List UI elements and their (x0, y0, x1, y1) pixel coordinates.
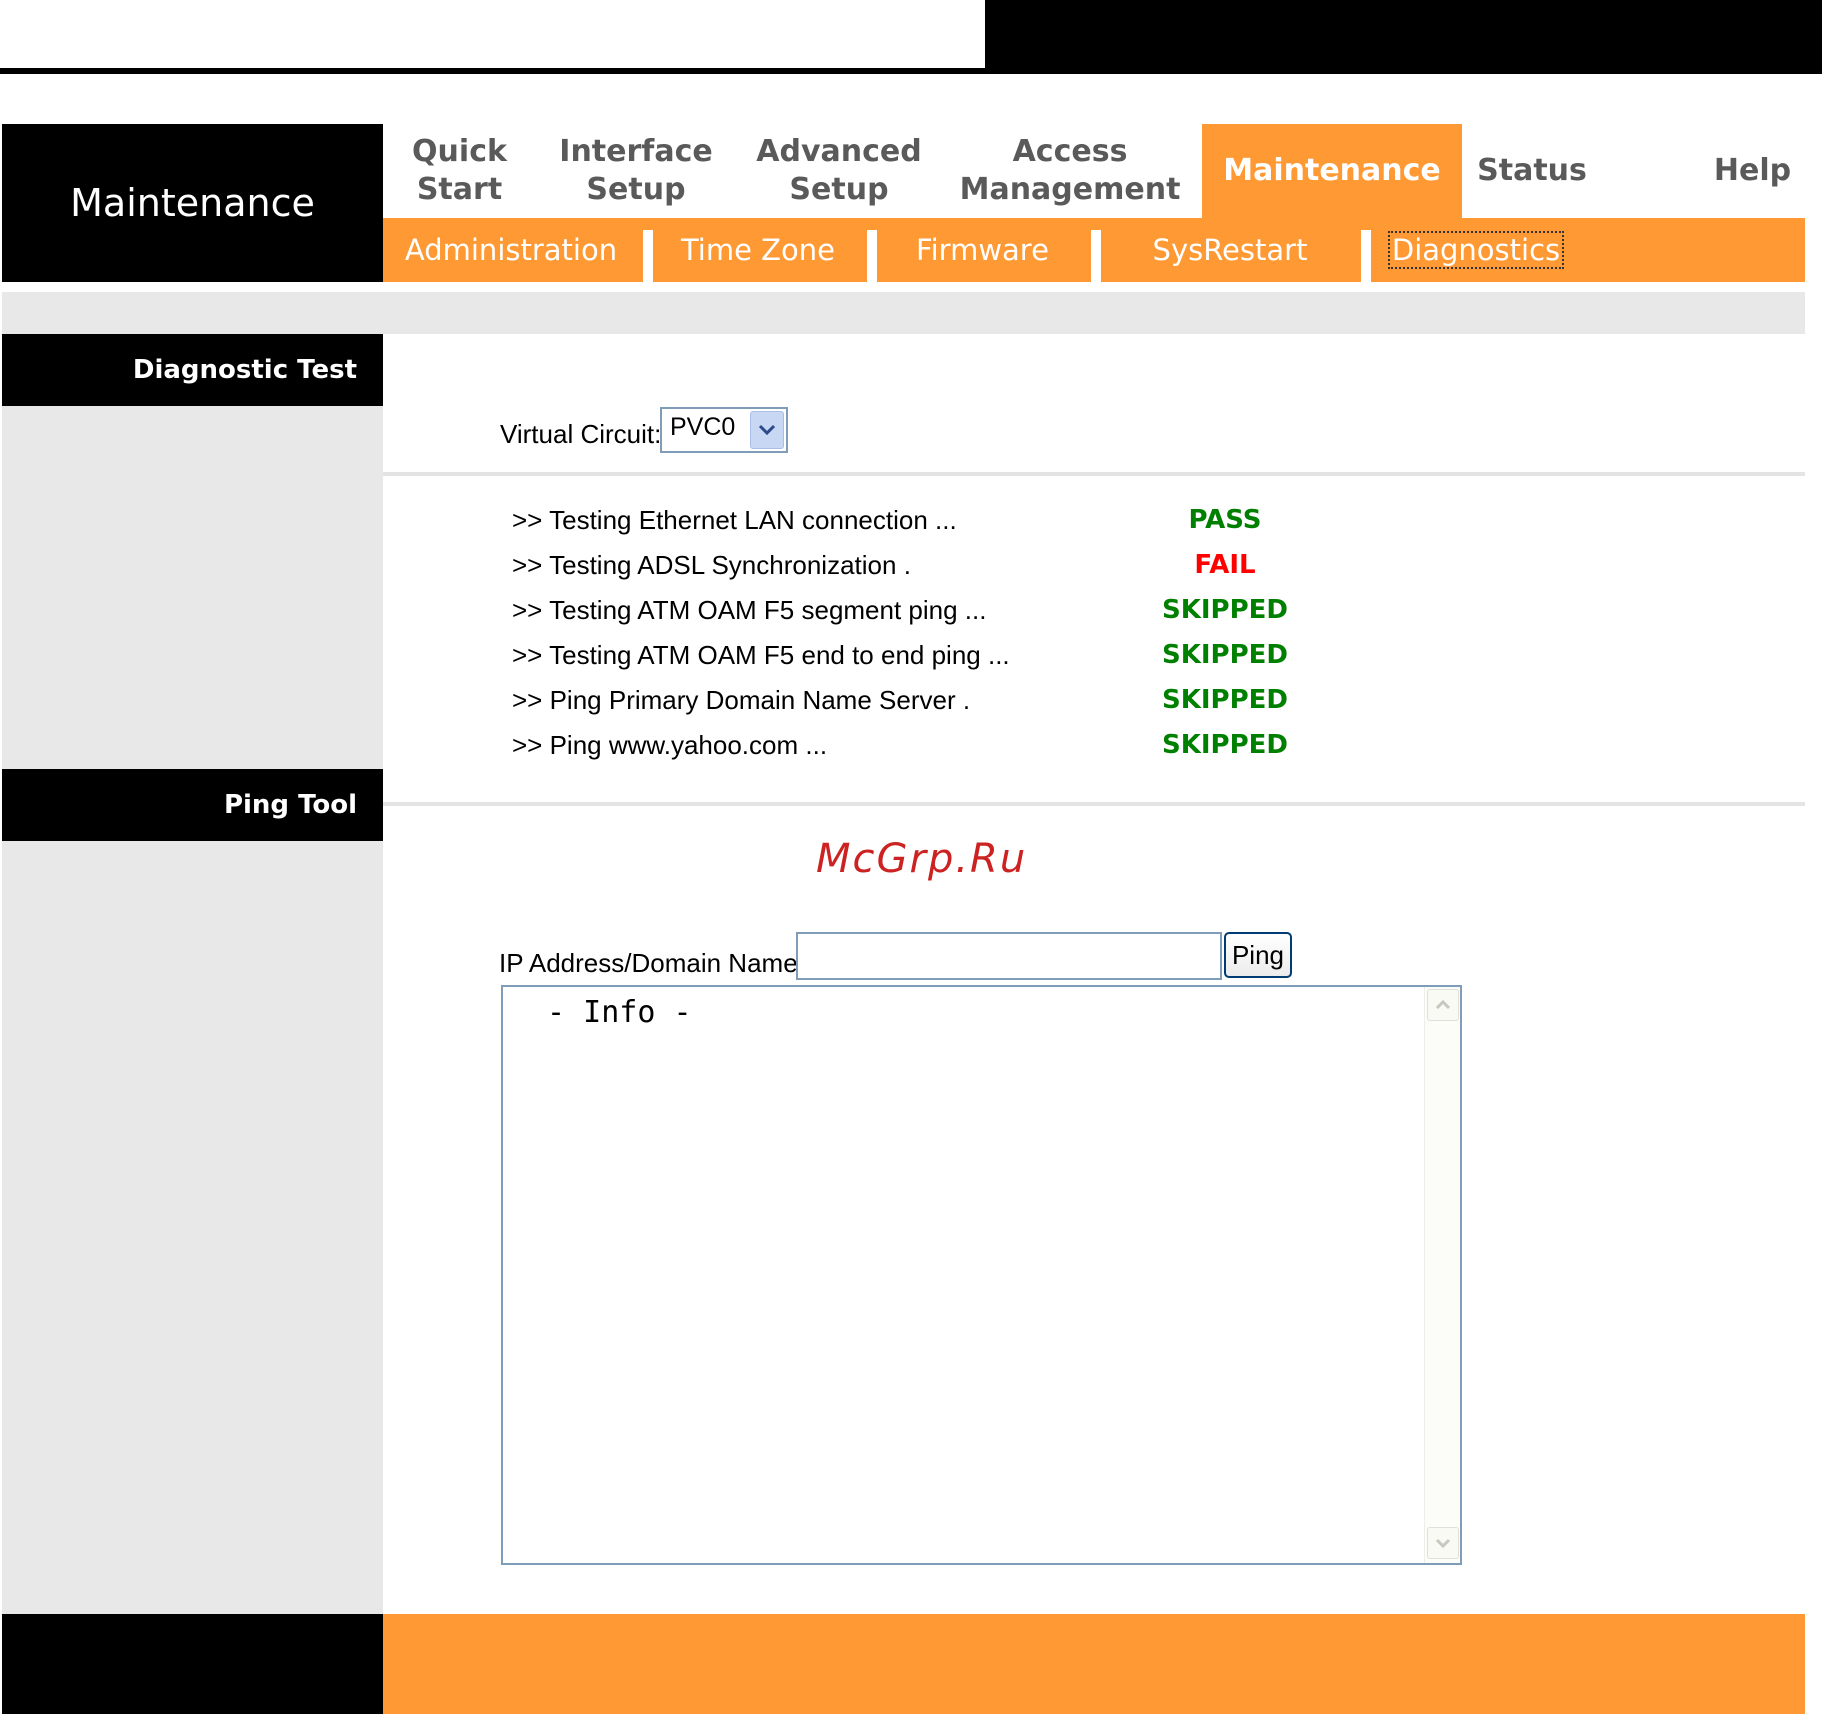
subnav-sysrestart-label: SysRestart (1152, 233, 1308, 267)
virtual-circuit-select[interactable]: PVC0 (660, 407, 788, 453)
nav-maintenance[interactable]: Maintenance (1202, 124, 1462, 218)
section-title: Maintenance (2, 124, 383, 282)
subnav-separator (867, 230, 877, 282)
header-spacer (2, 292, 1805, 334)
diagnostic-test-heading: Diagnostic Test (2, 334, 383, 406)
footer-left (2, 1614, 383, 1714)
subnav-separator (1361, 230, 1371, 282)
nav-access-management[interactable]: Access Management (960, 124, 1181, 218)
test-result-fail: FAIL (1194, 550, 1256, 580)
test-row-text: >> Testing Ethernet LAN connection ... (512, 505, 957, 535)
ip-address-label: IP Address/Domain Name: (499, 948, 805, 978)
test-row-text: >> Ping www.yahoo.com ... (512, 730, 828, 760)
left-column (2, 334, 383, 1614)
scroll-down-icon[interactable] (1427, 1527, 1459, 1559)
info-scrollbar[interactable] (1424, 987, 1460, 1563)
top-black-bar (985, 0, 1822, 74)
watermark: McGrp.Ru (816, 836, 1028, 882)
nav-advanced-setup[interactable]: Advanced Setup (750, 124, 928, 218)
virtual-circuit-value: PVC0 (670, 413, 736, 441)
test-row-text: >> Testing ATM OAM F5 end to end ping ..… (512, 640, 1010, 670)
info-text: - Info - (529, 995, 692, 1030)
chevron-down-icon[interactable] (750, 411, 784, 449)
divider (383, 472, 1805, 476)
info-textarea[interactable]: - Info - (501, 985, 1462, 1565)
subnav-sysrestart[interactable]: SysRestart (1101, 218, 1359, 282)
subnav-time-zone-label: Time Zone (680, 233, 836, 267)
test-result-skipped: SKIPPED (1161, 595, 1288, 625)
test-row-text: >> Testing ADSL Synchronization . (512, 550, 911, 580)
test-row-text: >> Ping Primary Domain Name Server . (512, 685, 971, 715)
nav-help[interactable]: Help (1690, 124, 1815, 218)
subnav-diagnostics[interactable]: Diagnostics (1371, 218, 1581, 282)
subnav-administration[interactable]: Administration (383, 218, 639, 282)
ip-address-input[interactable] (796, 932, 1222, 980)
subnav-administration-label: Administration (404, 233, 618, 267)
ping-tool-heading: Ping Tool (2, 769, 383, 841)
subnav-separator (1091, 230, 1101, 282)
top-rule (0, 68, 1822, 74)
subnav-separator (643, 230, 653, 282)
ping-button[interactable]: Ping (1224, 932, 1292, 978)
virtual-circuit-label: Virtual Circuit: (500, 419, 662, 449)
subnav-time-zone[interactable]: Time Zone (653, 218, 863, 282)
nav-status[interactable]: Status (1462, 124, 1602, 218)
footer-bar (383, 1614, 1805, 1714)
test-result-skipped: SKIPPED (1161, 640, 1288, 670)
subnav-firmware[interactable]: Firmware (877, 218, 1088, 282)
nav-interface-setup[interactable]: Interface Setup (556, 124, 716, 218)
test-result-skipped: SKIPPED (1161, 730, 1288, 760)
test-row-text: >> Testing ATM OAM F5 segment ping ... (512, 595, 987, 625)
divider (383, 802, 1805, 806)
nav-quick-start[interactable]: Quick Start (383, 124, 536, 218)
subnav-firmware-label: Firmware (916, 233, 1049, 267)
subnav-diagnostics-label: Diagnostics (1387, 231, 1565, 269)
scroll-up-icon[interactable] (1427, 989, 1459, 1021)
test-result-skipped: SKIPPED (1161, 685, 1288, 715)
test-result-pass: PASS (1188, 505, 1262, 535)
